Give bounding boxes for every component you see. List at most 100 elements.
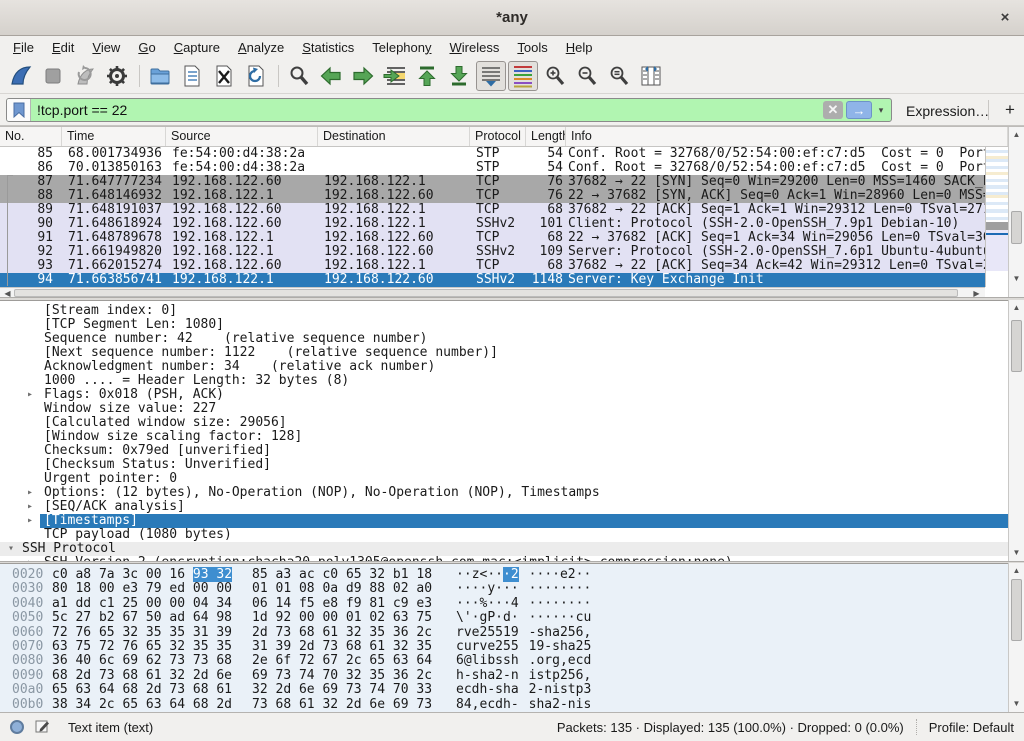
capture-options-icon[interactable] xyxy=(102,61,132,91)
expand-arrow-icon[interactable]: ▸ xyxy=(27,486,33,500)
expand-arrow-icon[interactable]: ▾ xyxy=(8,542,14,556)
restart-capture-icon[interactable] xyxy=(70,61,100,91)
packet-row[interactable]: 85 68.001734936 fe:54:00:d4:38:2a STP 54… xyxy=(0,147,985,161)
menu-item[interactable]: View xyxy=(83,38,129,57)
scroll-down-icon[interactable]: ▼ xyxy=(1009,697,1024,710)
detail-line[interactable]: Window size value: 227 xyxy=(0,402,1008,416)
intelligent-scrollbar-minimap[interactable] xyxy=(985,147,1008,287)
hex-row[interactable]: 009068 2d 73 68 61 32 2d 6e 69 73 74 70 … xyxy=(12,669,1008,683)
menu-item[interactable]: Analyze xyxy=(229,38,293,57)
column-header-destination[interactable]: Destination xyxy=(318,127,470,146)
packet-row[interactable]: 87 71.647777234 192.168.122.60 192.168.1… xyxy=(0,175,985,189)
filter-dropdown-icon[interactable]: ▾ xyxy=(874,101,888,119)
hex-vscrollbar[interactable]: ▲ ▼ xyxy=(1008,563,1024,712)
scroll-up-icon[interactable]: ▲ xyxy=(1009,301,1024,314)
expand-arrow-icon[interactable]: ▸ xyxy=(27,514,33,528)
packet-row[interactable]: 92 71.661949820 192.168.122.1 192.168.12… xyxy=(0,245,985,259)
detail-line[interactable]: ▸[Timestamps] xyxy=(0,514,1008,528)
detail-line[interactable]: [Calculated window size: 29056] xyxy=(0,416,1008,430)
detail-line[interactable]: Checksum: 0x79ed [unverified] xyxy=(0,444,1008,458)
go-back-icon[interactable] xyxy=(316,61,346,91)
detail-line[interactable]: [Checksum Status: Unverified] xyxy=(0,458,1008,472)
menu-item[interactable]: Go xyxy=(129,38,164,57)
title-bar[interactable]: *any × xyxy=(0,0,1024,36)
scroll-up-icon[interactable]: ▲ xyxy=(1009,128,1024,141)
add-filter-button[interactable]: + xyxy=(1000,99,1020,121)
detail-line[interactable]: ▾SSH Protocol xyxy=(0,542,1008,556)
go-to-packet-icon[interactable] xyxy=(380,61,410,91)
auto-scroll-icon[interactable] xyxy=(476,61,506,91)
menu-item[interactable]: Help xyxy=(557,38,602,57)
go-to-top-icon[interactable] xyxy=(412,61,442,91)
detail-line[interactable]: [Stream index: 0] xyxy=(0,304,1008,318)
packet-row[interactable]: 89 71.648191037 192.168.122.60 192.168.1… xyxy=(0,203,985,217)
column-header-source[interactable]: Source xyxy=(166,127,318,146)
menu-item[interactable]: File xyxy=(4,38,43,57)
menu-item[interactable]: Wireless xyxy=(441,38,509,57)
scroll-down-icon[interactable]: ▼ xyxy=(1009,272,1024,285)
menu-item[interactable]: Telephony xyxy=(363,38,440,57)
hex-row[interactable]: 00a065 63 64 68 2d 73 68 61 32 2d 6e 69 … xyxy=(12,683,1008,697)
scroll-down-icon[interactable]: ▼ xyxy=(1009,546,1024,559)
hex-row[interactable]: 008036 40 6c 69 62 73 73 68 2e 6f 72 67 … xyxy=(12,654,1008,668)
hex-row[interactable]: 00505c 27 b2 67 50 ad 64 98 1d 92 00 00 … xyxy=(12,611,1008,625)
detail-line[interactable]: Sequence number: 42 (relative sequence n… xyxy=(0,332,1008,346)
column-header-length[interactable]: Length xyxy=(526,127,566,146)
packet-row[interactable]: 90 71.648618924 192.168.122.60 192.168.1… xyxy=(0,217,985,231)
expand-arrow-icon[interactable]: ▸ xyxy=(27,500,33,514)
detail-line[interactable]: 1000 .... = Header Length: 32 bytes (8) xyxy=(0,374,1008,388)
open-file-icon[interactable] xyxy=(145,61,175,91)
go-forward-icon[interactable] xyxy=(348,61,378,91)
detail-line[interactable]: [Next sequence number: 1122 (relative se… xyxy=(0,346,1008,360)
packet-row[interactable]: 91 71.648789678 192.168.122.1 192.168.12… xyxy=(0,231,985,245)
zoom-in-icon[interactable] xyxy=(540,61,570,91)
scroll-up-icon[interactable]: ▲ xyxy=(1009,564,1024,577)
capture-comment-icon[interactable] xyxy=(34,718,50,737)
packet-row[interactable]: 93 71.662015274 192.168.122.60 192.168.1… xyxy=(0,259,985,273)
hex-row[interactable]: 006072 76 65 32 35 35 31 39 2d 73 68 61 … xyxy=(12,626,1008,640)
hex-row[interactable]: 0040a1 dd c1 25 00 00 04 34 06 14 f5 e8 … xyxy=(12,597,1008,611)
hex-row[interactable]: 003080 18 00 e3 79 ed 00 00 01 01 08 0a … xyxy=(12,582,1008,596)
apply-filter-icon[interactable]: → xyxy=(846,101,872,119)
menu-item[interactable]: Capture xyxy=(165,38,229,57)
scrollbar-thumb[interactable] xyxy=(14,289,958,297)
save-file-icon[interactable] xyxy=(177,61,207,91)
packet-row[interactable]: 88 71.648146932 192.168.122.1 192.168.12… xyxy=(0,189,985,203)
details-vscrollbar[interactable]: ▲ ▼ xyxy=(1008,300,1024,561)
scrollbar-thumb[interactable] xyxy=(1011,579,1022,641)
packet-row[interactable]: 86 70.013850163 fe:54:00:d4:38:2a STP 54… xyxy=(0,161,985,175)
detail-line[interactable]: [Window size scaling factor: 128] xyxy=(0,430,1008,444)
resize-columns-icon[interactable] xyxy=(636,61,666,91)
hex-row[interactable]: 007063 75 72 76 65 32 35 35 31 39 2d 73 … xyxy=(12,640,1008,654)
packet-row[interactable]: 94 71.663856741 192.168.122.1 192.168.12… xyxy=(0,273,985,287)
menu-item[interactable]: Statistics xyxy=(293,38,363,57)
expression-button[interactable]: Expression… xyxy=(906,103,989,119)
expert-info-icon[interactable] xyxy=(10,720,24,734)
menu-item[interactable]: Tools xyxy=(508,38,556,57)
bookmark-icon[interactable] xyxy=(7,99,31,121)
start-capture-icon[interactable] xyxy=(6,61,36,91)
find-packet-icon[interactable] xyxy=(284,61,314,91)
clear-filter-icon[interactable]: ✕ xyxy=(823,101,843,119)
profile-button[interactable]: Profile: Default xyxy=(929,720,1014,735)
close-icon[interactable]: × xyxy=(996,9,1014,27)
column-header-time[interactable]: Time xyxy=(62,127,166,146)
zoom-original-icon[interactable] xyxy=(604,61,634,91)
go-to-bottom-icon[interactable] xyxy=(444,61,474,91)
detail-line[interactable]: [TCP Segment Len: 1080] xyxy=(0,318,1008,332)
stop-capture-icon[interactable] xyxy=(38,61,68,91)
hex-row[interactable]: 00b038 34 2c 65 63 64 68 2d 73 68 61 32 … xyxy=(12,698,1008,712)
reload-file-icon[interactable] xyxy=(241,61,271,91)
expand-arrow-icon[interactable]: ▸ xyxy=(27,388,33,402)
detail-line[interactable]: ▸[SEQ/ACK analysis] xyxy=(0,500,1008,514)
scrollbar-thumb[interactable] xyxy=(1011,211,1022,244)
display-filter-input[interactable]: !tcp.port == 22 ✕ → ▾ xyxy=(6,98,892,122)
column-header-protocol[interactable]: Protocol xyxy=(470,127,526,146)
detail-line[interactable]: Acknowledgment number: 34 (relative ack … xyxy=(0,360,1008,374)
hex-row[interactable]: 0020c0 a8 7a 3c 00 16 93 32 85 a3 ac c0 … xyxy=(12,568,1008,582)
close-file-icon[interactable] xyxy=(209,61,239,91)
detail-line[interactable]: Urgent pointer: 0 xyxy=(0,472,1008,486)
filter-text[interactable]: !tcp.port == 22 xyxy=(31,102,823,118)
detail-line[interactable]: ▸Flags: 0x018 (PSH, ACK) xyxy=(0,388,1008,402)
zoom-out-icon[interactable] xyxy=(572,61,602,91)
